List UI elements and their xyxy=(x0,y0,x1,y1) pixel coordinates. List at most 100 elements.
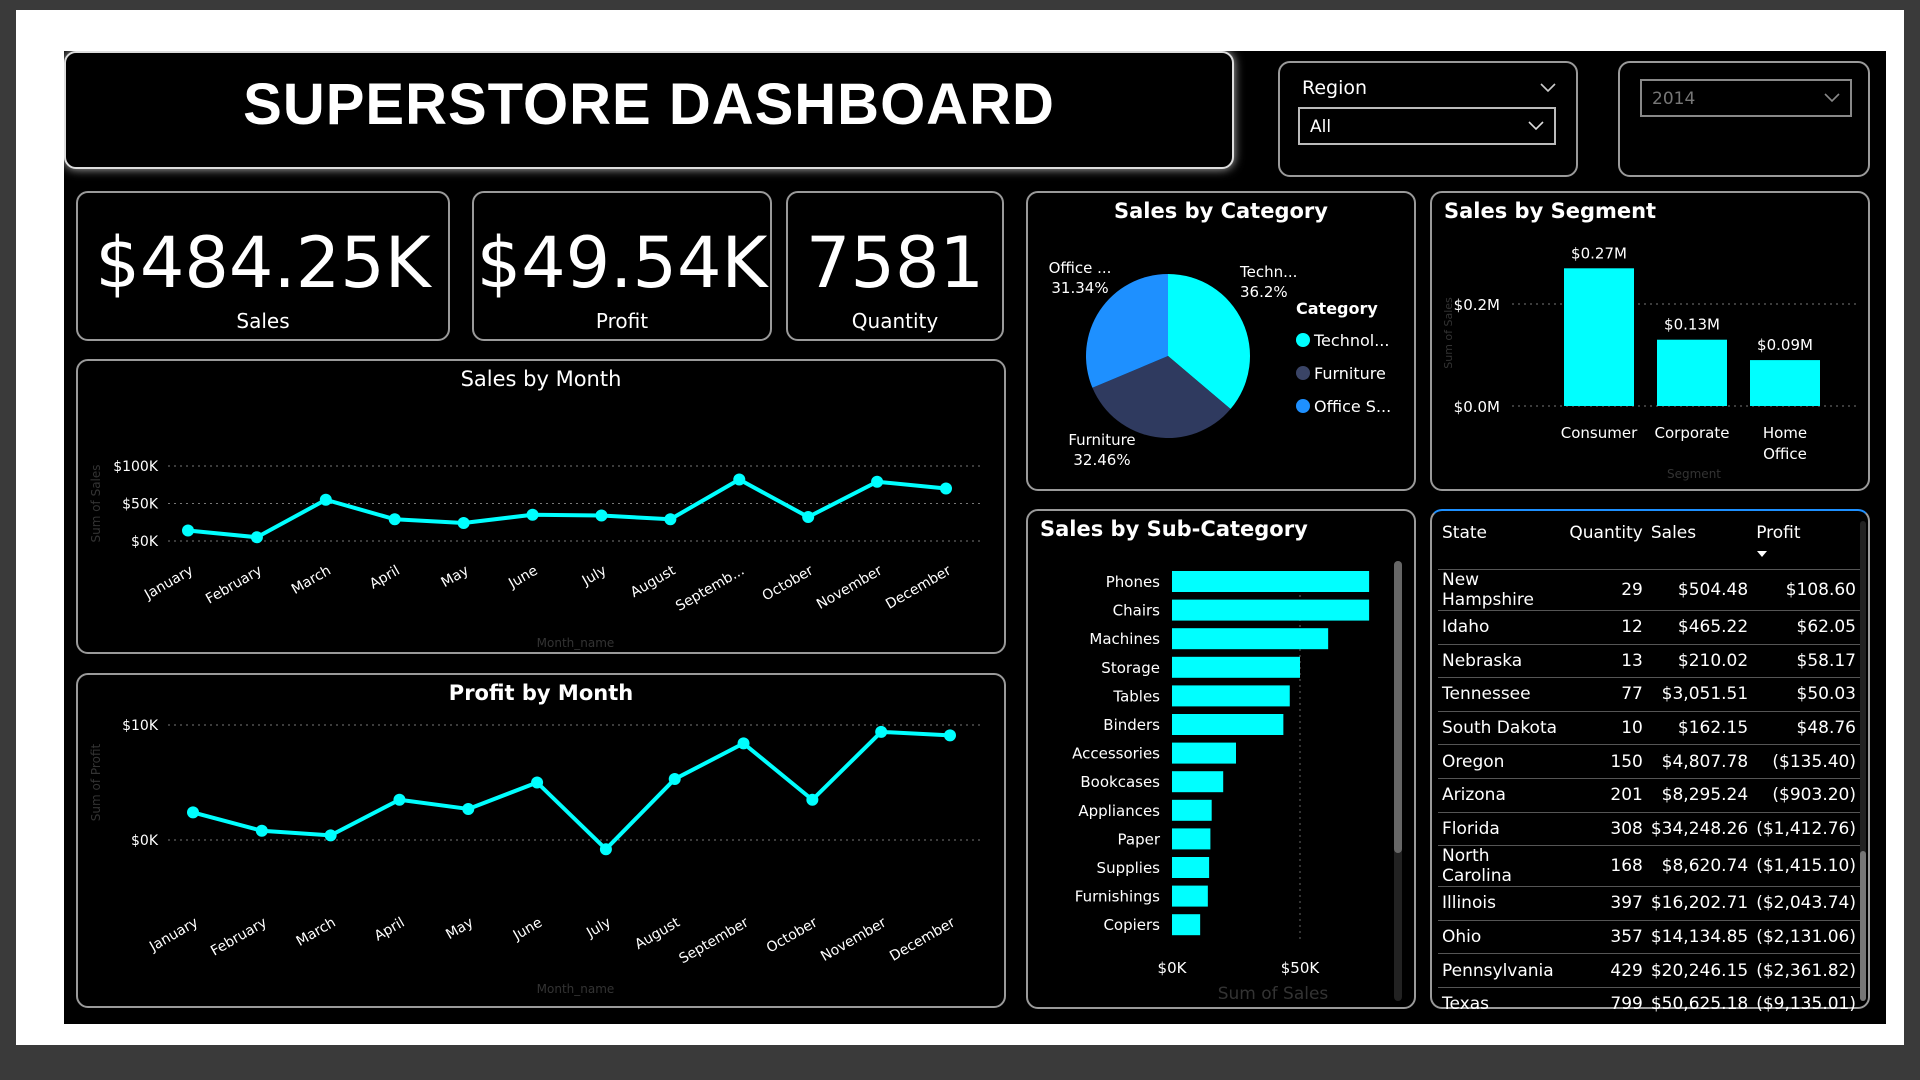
data-point[interactable] xyxy=(940,482,952,495)
data-point[interactable] xyxy=(324,829,337,842)
x-tick-label: July xyxy=(579,563,610,590)
cell-state: Arizona xyxy=(1438,777,1566,813)
table-row[interactable]: Texas 799 $50,625.18 ($9,135.01) xyxy=(1438,986,1860,1021)
bar[interactable] xyxy=(1657,339,1727,406)
sales-by-subcategory-svg[interactable]: $0K $50KSum of SalesPhonesChairsMachinesS… xyxy=(1028,511,1414,1007)
data-point[interactable] xyxy=(806,793,819,806)
table-row[interactable]: Oregon 150 $4,807.78 ($135.40) xyxy=(1438,744,1860,779)
column-header-sales[interactable]: Sales xyxy=(1647,519,1752,570)
data-point[interactable] xyxy=(733,473,746,486)
x-tick-label: June xyxy=(510,915,545,945)
column-header-profit[interactable]: Profit xyxy=(1752,519,1860,570)
bar[interactable] xyxy=(1172,742,1236,764)
x-tick-label: January xyxy=(146,915,201,956)
x-axis-title: Month_name xyxy=(537,982,615,996)
table-row[interactable]: Ohio 357 $14,134.85 ($2,131.06) xyxy=(1438,919,1860,954)
data-point[interactable] xyxy=(250,531,263,544)
bar[interactable] xyxy=(1564,268,1634,406)
column-header-state[interactable]: State xyxy=(1438,519,1565,570)
data-label: $0.09M xyxy=(1757,336,1813,354)
data-point[interactable] xyxy=(599,843,612,856)
table-row[interactable]: Pennsylvania 429 $20,246.15 ($2,361.82) xyxy=(1438,953,1860,988)
cell-profit: ($1,412.76) xyxy=(1752,811,1860,846)
data-point[interactable] xyxy=(802,511,815,523)
bar[interactable] xyxy=(1172,571,1370,592)
table-header-row: State Quantity Sales Profit xyxy=(1438,519,1860,570)
bar[interactable] xyxy=(1172,799,1212,821)
table-row[interactable]: North Carolina 168 $8,620.74 ($1,415.10) xyxy=(1438,845,1860,887)
data-point[interactable] xyxy=(462,802,475,815)
table-row[interactable]: South Dakota 10 $162.15 $48.76 xyxy=(1438,710,1860,745)
year-slicer: 2014 xyxy=(1618,61,1870,177)
data-point[interactable] xyxy=(875,725,888,738)
bar[interactable] xyxy=(1172,885,1208,907)
region-dropdown-value: All xyxy=(1310,117,1332,137)
table-row[interactable]: Idaho 12 $465.22 $62.05 xyxy=(1438,610,1860,645)
chevron-down-icon[interactable] xyxy=(1540,83,1556,93)
data-point[interactable] xyxy=(944,729,956,742)
year-dropdown[interactable]: 2014 xyxy=(1640,79,1852,117)
x-tick-label: February xyxy=(203,563,265,608)
sales-by-segment-svg[interactable]: $0.0M $0.2MSum of Sales Segment $0.27M Consu… xyxy=(1432,193,1868,489)
bar[interactable] xyxy=(1172,685,1290,707)
data-point[interactable] xyxy=(187,806,199,819)
data-point[interactable] xyxy=(319,493,332,506)
column-header-quantity[interactable]: Quantity xyxy=(1565,519,1646,570)
data-point[interactable] xyxy=(595,509,608,522)
cell-quantity: 29 xyxy=(1565,569,1647,611)
data-point[interactable] xyxy=(393,793,406,806)
bar[interactable] xyxy=(1172,914,1201,936)
data-point[interactable] xyxy=(871,475,884,488)
cell-sales: $16,202.71 xyxy=(1646,886,1753,921)
cell-profit: ($2,043.74) xyxy=(1752,886,1860,921)
scrollbar-thumb[interactable] xyxy=(1860,851,1866,1001)
legend-item-label[interactable]: Furniture xyxy=(1314,364,1386,383)
cell-profit: $62.05 xyxy=(1752,610,1860,645)
kpi-label: Profit xyxy=(595,309,649,333)
slice-percent-label: 36.2% xyxy=(1240,283,1288,301)
data-point[interactable] xyxy=(457,517,470,529)
bar[interactable] xyxy=(1750,360,1820,406)
profit-by-month-svg[interactable]: $0K $10K Sum of Profit Month_name January Feb… xyxy=(78,675,1004,1006)
dashboard-title: SUPERSTORE DASHBOARD xyxy=(243,72,1055,137)
table-row[interactable]: Tennessee 77 $3,051.51 $50.03 xyxy=(1438,677,1860,712)
data-point[interactable] xyxy=(182,524,194,537)
table-row[interactable]: Illinois 397 $16,202.71 ($2,043.74) xyxy=(1438,886,1860,921)
bar[interactable] xyxy=(1172,828,1211,850)
data-point[interactable] xyxy=(664,513,677,526)
bar[interactable] xyxy=(1172,656,1300,678)
cell-sales: $8,620.74 xyxy=(1646,845,1753,887)
cell-profit: ($1,415.10) xyxy=(1752,845,1860,887)
slice-callout-label: Furniture xyxy=(1068,431,1135,449)
cell-state: Ohio xyxy=(1438,919,1566,954)
scrollbar-thumb[interactable] xyxy=(1394,561,1402,853)
legend-item-label[interactable]: Office S... xyxy=(1314,397,1391,416)
table-body: New Hampshire 29 $504.48 $108.60 Idaho 12 $465… xyxy=(1438,569,1860,1021)
region-dropdown[interactable]: All xyxy=(1298,107,1556,145)
bar[interactable] xyxy=(1172,628,1329,650)
table-row[interactable]: Arizona 201 $8,295.24 ($903.20) xyxy=(1438,777,1860,813)
cell-quantity: 397 xyxy=(1565,886,1647,921)
bar[interactable] xyxy=(1172,714,1284,735)
data-point[interactable] xyxy=(737,737,750,750)
table-row[interactable]: New Hampshire 29 $504.48 $108.60 xyxy=(1438,569,1860,611)
region-slicer-label: Region xyxy=(1302,77,1368,99)
data-point[interactable] xyxy=(526,508,539,521)
y-tick-label: Storage xyxy=(1101,659,1160,677)
sales-by-month-svg[interactable]: $0K $50K $100K Sum of Sales Month_name Januar… xyxy=(78,361,1004,652)
data-point[interactable] xyxy=(255,824,268,837)
table-row[interactable]: Florida 308 $34,248.26 ($1,412.76) xyxy=(1438,811,1860,846)
data-point[interactable] xyxy=(668,773,681,786)
data-point[interactable] xyxy=(388,513,401,526)
bar[interactable] xyxy=(1172,599,1370,621)
table-row[interactable]: Nebraska 13 $210.02 $58.17 xyxy=(1438,643,1860,678)
x-tick-label: December xyxy=(883,562,954,612)
data-point[interactable] xyxy=(531,776,544,789)
cell-state: Pennsylvania xyxy=(1438,953,1566,988)
bar[interactable] xyxy=(1172,857,1210,878)
slice-percent-label: 31.34% xyxy=(1051,279,1108,297)
legend-item-label[interactable]: Technol... xyxy=(1313,331,1389,350)
sales-by-category-svg[interactable]: Techn... 36.2% Furniture 32.46% Office ... 31… xyxy=(1028,193,1414,489)
x-tick-label: April xyxy=(367,563,403,593)
bar[interactable] xyxy=(1172,771,1224,793)
